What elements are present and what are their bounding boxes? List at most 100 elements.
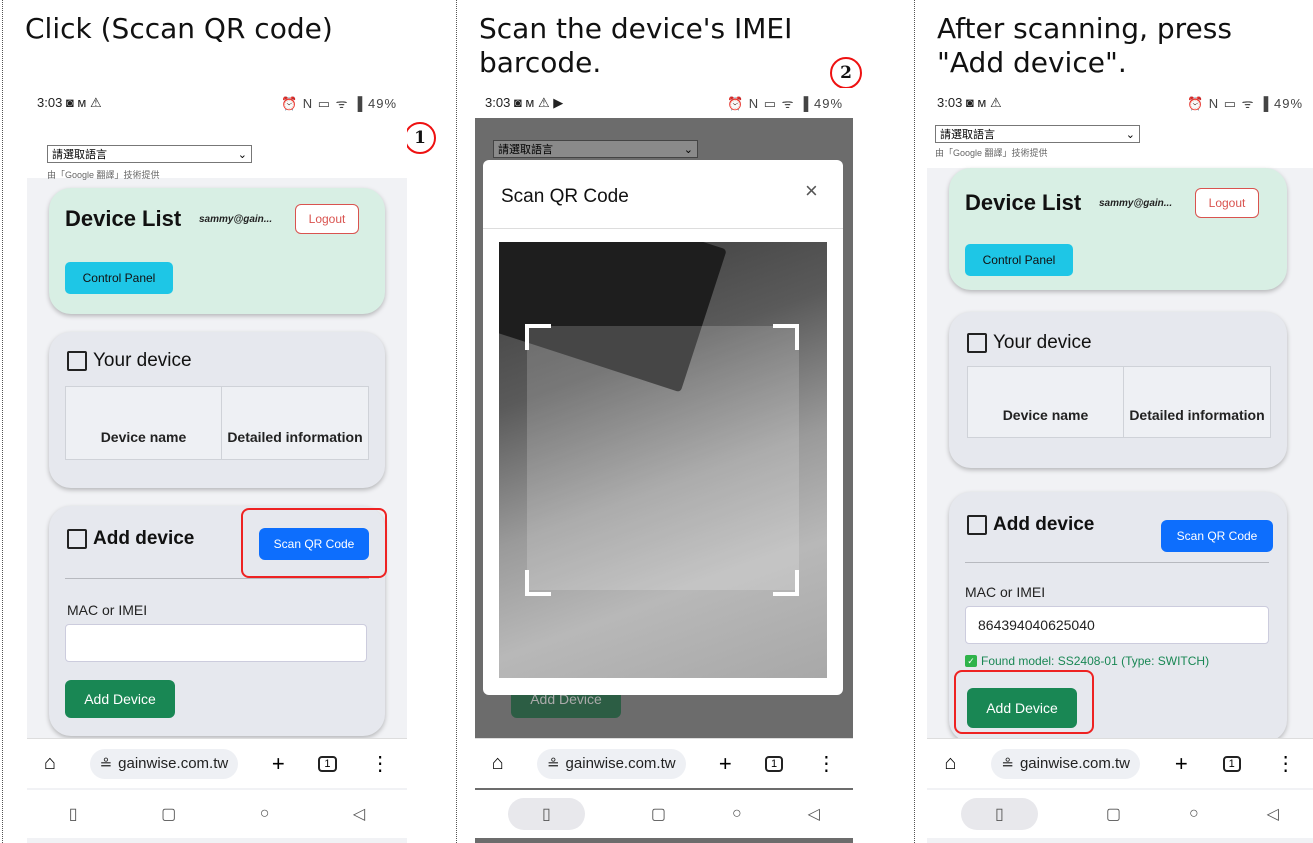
android-nav-bar: ▯ ▢ ○ ◁ xyxy=(927,790,1313,838)
panel-1-caption: Click (Sccan QR code) xyxy=(25,12,333,45)
found-model-message: ✓ Found model: SS2408-01 (Type: SWITCH) xyxy=(965,654,1209,668)
address-bar[interactable]: ≗ gainwise.com.tw xyxy=(89,748,239,779)
building-add-icon xyxy=(967,515,987,535)
panel-3: After scanning, press "Add device". 3:03… xyxy=(915,0,1313,843)
address-bar[interactable]: ≗ gainwise.com.tw xyxy=(536,748,686,779)
square-icon[interactable]: ▢ xyxy=(1106,804,1121,824)
scan-qr-modal: Scan QR Code × xyxy=(483,160,843,695)
highlight-scan-qr xyxy=(241,508,387,578)
status-icons: ◙ ᴍ ⚠ xyxy=(65,95,102,110)
chevron-down-icon: ⌄ xyxy=(237,148,247,161)
add-device-button[interactable]: Add Device xyxy=(65,680,175,718)
col-device-name: Device name xyxy=(968,367,1124,437)
scan-region xyxy=(527,326,799,590)
new-tab-icon[interactable]: + xyxy=(1175,751,1188,777)
add-device-heading: Add device xyxy=(967,514,1094,536)
site-settings-icon[interactable]: ≗ xyxy=(100,755,113,773)
status-bar: 3:03 ◙ ᴍ ⚠ ▶ ⏰ N ▭ ᯤ ▐ 49% xyxy=(475,88,853,118)
mac-imei-input[interactable] xyxy=(65,624,367,662)
recent-apps-icon[interactable]: ▯ xyxy=(961,798,1038,830)
status-time: 3:03 xyxy=(485,95,511,110)
building-gear-icon xyxy=(967,333,987,353)
language-select[interactable]: 請選取語言 ⌄ xyxy=(47,145,252,163)
back-icon[interactable]: ◁ xyxy=(808,804,820,824)
status-bar: 3:03 ◙ ᴍ ⚠ ⏰ N ▭ ᯤ ▐ 49% xyxy=(927,88,1313,118)
language-select[interactable]: 請選取語言 ⌄ xyxy=(493,140,698,158)
menu-icon[interactable]: ⋮ xyxy=(370,751,390,776)
your-device-card: Your device Device name Detailed informa… xyxy=(949,312,1287,468)
col-device-name: Device name xyxy=(66,387,222,459)
logout-button[interactable]: Logout xyxy=(295,204,359,234)
browser-toolbar: ⌂ ≗ gainwise.com.tw + 1 ⋮ xyxy=(927,738,1313,788)
scan-qr-button[interactable]: Scan QR Code xyxy=(1161,520,1273,552)
chevron-down-icon: ⌄ xyxy=(1125,128,1135,141)
your-device-heading: Your device xyxy=(67,350,192,372)
step-badge-2: 2 xyxy=(830,57,862,89)
control-panel-button[interactable]: Control Panel xyxy=(965,244,1073,276)
url-text: gainwise.com.tw xyxy=(565,755,676,772)
back-icon[interactable]: ◁ xyxy=(353,804,365,824)
add-device-heading: Add device xyxy=(67,528,194,550)
back-icon[interactable]: ◁ xyxy=(1267,804,1279,824)
mac-imei-input[interactable]: 864394040625040 xyxy=(965,606,1269,644)
step-badge-1: 1 xyxy=(404,122,436,154)
site-settings-icon[interactable]: ≗ xyxy=(1001,755,1014,773)
recent-apps-icon[interactable]: ▯ xyxy=(508,798,585,830)
check-icon: ✓ xyxy=(965,655,977,667)
close-icon[interactable]: × xyxy=(805,178,818,204)
device-table: Device name Detailed information xyxy=(65,386,369,460)
control-panel-button[interactable]: Control Panel xyxy=(65,262,173,294)
found-model-text: Found model: SS2408-01 (Type: SWITCH) xyxy=(981,654,1210,668)
browser-toolbar: ⌂ ≗ gainwise.com.tw + 1 ⋮ xyxy=(27,738,407,788)
home-icon[interactable]: ⌂ xyxy=(944,752,956,775)
language-select-label: 請選取語言 xyxy=(498,144,553,156)
add-device-label: Add device xyxy=(993,514,1095,535)
tab-count[interactable]: 1 xyxy=(1222,755,1241,772)
page-title: Device List xyxy=(65,206,182,231)
col-detailed-information: Detailed information xyxy=(227,429,363,445)
panel-1: Click (Sccan QR code) 1 3:03 ◙ ᴍ ⚠ ⏰ N ▭… xyxy=(2,0,457,843)
panel-2: Scan the device's IMEI barcode. 2 3:03 ◙… xyxy=(457,0,915,843)
scan-corner-bl xyxy=(525,570,551,596)
device-list-card: Device List sammy@gain... Logout Control… xyxy=(949,168,1287,290)
circle-home-icon[interactable]: ○ xyxy=(1189,805,1199,823)
phone-screen-1: 3:03 ◙ ᴍ ⚠ ⏰ N ▭ ᯤ ▐ 49% 請選取語言 ⌄ 由「Googl… xyxy=(27,88,407,843)
phone-screen-2: 3:03 ◙ ᴍ ⚠ ▶ ⏰ N ▭ ᯤ ▐ 49% 請選取語言 ⌄ Add D… xyxy=(475,88,853,843)
square-icon[interactable]: ▢ xyxy=(161,804,176,824)
chevron-down-icon: ⌄ xyxy=(683,143,693,156)
home-icon[interactable]: ⌂ xyxy=(492,752,504,775)
camera-preview xyxy=(499,242,827,678)
status-icons: ◙ ᴍ ⚠ ▶ xyxy=(513,95,564,110)
android-nav-bar: ▯ ▢ ○ ◁ xyxy=(475,790,853,838)
android-nav-bar: ▯ ▢ ○ ◁ xyxy=(27,790,407,838)
building-gear-icon xyxy=(67,351,87,371)
site-settings-icon[interactable]: ≗ xyxy=(547,755,560,773)
your-device-card: Your device Device name Detailed informa… xyxy=(49,332,385,488)
tab-count[interactable]: 1 xyxy=(318,755,337,772)
status-right: ⏰ N ▭ ᯤ ▐ 49% xyxy=(280,96,397,111)
google-translate-credit: 由「Google 翻譯」技術提供 xyxy=(935,148,1048,158)
scan-corner-tl xyxy=(525,324,551,350)
tab-count[interactable]: 1 xyxy=(764,755,784,772)
new-tab-icon[interactable]: + xyxy=(272,751,285,777)
new-tab-icon[interactable]: + xyxy=(719,751,732,777)
your-device-label: Your device xyxy=(993,332,1092,353)
language-select[interactable]: 請選取語言 ⌄ xyxy=(935,125,1140,143)
address-bar[interactable]: ≗ gainwise.com.tw xyxy=(991,748,1140,779)
your-device-label: Your device xyxy=(93,350,192,371)
menu-icon[interactable]: ⋮ xyxy=(1276,751,1296,776)
scan-corner-br xyxy=(773,570,799,596)
logout-button[interactable]: Logout xyxy=(1195,188,1259,218)
user-email: sammy@gain... xyxy=(199,214,273,225)
scan-corner-tr xyxy=(773,324,799,350)
circle-home-icon[interactable]: ○ xyxy=(732,805,742,823)
url-text: gainwise.com.tw xyxy=(1019,755,1130,772)
home-icon[interactable]: ⌂ xyxy=(44,752,56,775)
recent-apps-icon[interactable]: ▯ xyxy=(69,804,78,824)
menu-icon[interactable]: ⋮ xyxy=(816,751,836,776)
divider xyxy=(65,578,369,579)
mac-imei-label: MAC or IMEI xyxy=(67,602,148,618)
browser-toolbar: ⌂ ≗ gainwise.com.tw + 1 ⋮ xyxy=(475,738,853,788)
circle-home-icon[interactable]: ○ xyxy=(260,805,270,823)
square-icon[interactable]: ▢ xyxy=(651,804,666,824)
